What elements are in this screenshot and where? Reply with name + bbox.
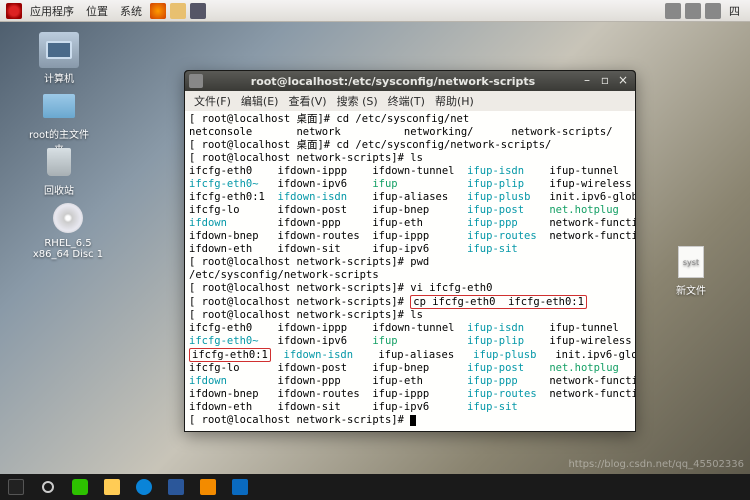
volume-tray-icon[interactable] xyxy=(685,3,701,19)
maximize-button[interactable]: ▫ xyxy=(597,74,613,88)
system-menu[interactable]: 系统 xyxy=(114,3,148,19)
document-icon: syst xyxy=(678,246,704,278)
close-button[interactable]: × xyxy=(615,74,631,88)
minimize-button[interactable]: – xyxy=(579,74,595,88)
explorer-icon[interactable] xyxy=(96,474,128,500)
clock[interactable]: 四 xyxy=(723,3,746,19)
host-taskbar xyxy=(0,474,750,500)
browser-icon[interactable] xyxy=(128,474,160,500)
terminal-icon xyxy=(189,74,203,88)
disc-desktop-icon[interactable]: RHEL_6.5 x86_64 Disc 1 xyxy=(28,200,108,260)
word-icon[interactable] xyxy=(160,474,192,500)
trash-icon xyxy=(47,148,71,176)
start-button[interactable] xyxy=(0,474,32,500)
menu-help[interactable]: 帮助(H) xyxy=(430,93,479,109)
terminal-menubar: 文件(F) 编辑(E) 查看(V) 搜索 (S) 终端(T) 帮助(H) xyxy=(185,91,635,111)
terminal-launcher-icon[interactable] xyxy=(190,3,206,19)
applications-menu[interactable]: 应用程序 xyxy=(24,3,80,19)
monitor-icon xyxy=(46,41,72,59)
menu-edit[interactable]: 编辑(E) xyxy=(236,93,284,109)
terminal-output[interactable]: [ root@localhost 桌面]# cd /etc/sysconfig/… xyxy=(185,111,635,431)
places-menu[interactable]: 位置 xyxy=(80,3,114,19)
trash-desktop-icon[interactable]: 回收站 xyxy=(28,144,90,197)
terminal-window: root@localhost:/etc/sysconfig/network-sc… xyxy=(184,70,636,432)
wechat-icon[interactable] xyxy=(64,474,96,500)
firefox-icon[interactable] xyxy=(150,3,166,19)
dvd-icon xyxy=(53,203,83,233)
menu-terminal[interactable]: 终端(T) xyxy=(383,93,430,109)
newfile-desktop-icon[interactable]: syst 新文件 xyxy=(660,244,722,297)
window-title: root@localhost:/etc/sysconfig/network-sc… xyxy=(209,75,577,88)
label: 计算机 xyxy=(28,70,90,85)
menu-view[interactable]: 查看(V) xyxy=(283,93,331,109)
updates-tray-icon[interactable] xyxy=(705,3,721,19)
watermark: https://blog.csdn.net/qq_45502336 xyxy=(568,459,744,470)
label: 回收站 xyxy=(28,182,90,197)
label: RHEL_6.5 x86_64 Disc 1 xyxy=(28,238,108,260)
titlebar[interactable]: root@localhost:/etc/sysconfig/network-sc… xyxy=(185,71,635,91)
menu-search[interactable]: 搜索 (S) xyxy=(332,93,383,109)
menu-file[interactable]: 文件(F) xyxy=(189,93,236,109)
network-tray-icon[interactable] xyxy=(665,3,681,19)
file-manager-icon[interactable] xyxy=(170,3,186,19)
redhat-icon[interactable] xyxy=(6,3,22,19)
vmware-icon[interactable] xyxy=(192,474,224,500)
folder-icon xyxy=(43,94,75,118)
desktop[interactable]: 计算机 root的主文件夹 回收站 RHEL_6.5 x86_64 Disc 1… xyxy=(0,22,750,474)
label: 新文件 xyxy=(660,282,722,297)
computer-desktop-icon[interactable]: 计算机 xyxy=(28,32,90,85)
search-button[interactable] xyxy=(32,474,64,500)
gnome-top-panel: 应用程序 位置 系统 四 xyxy=(0,0,750,22)
wps-icon[interactable] xyxy=(224,474,256,500)
